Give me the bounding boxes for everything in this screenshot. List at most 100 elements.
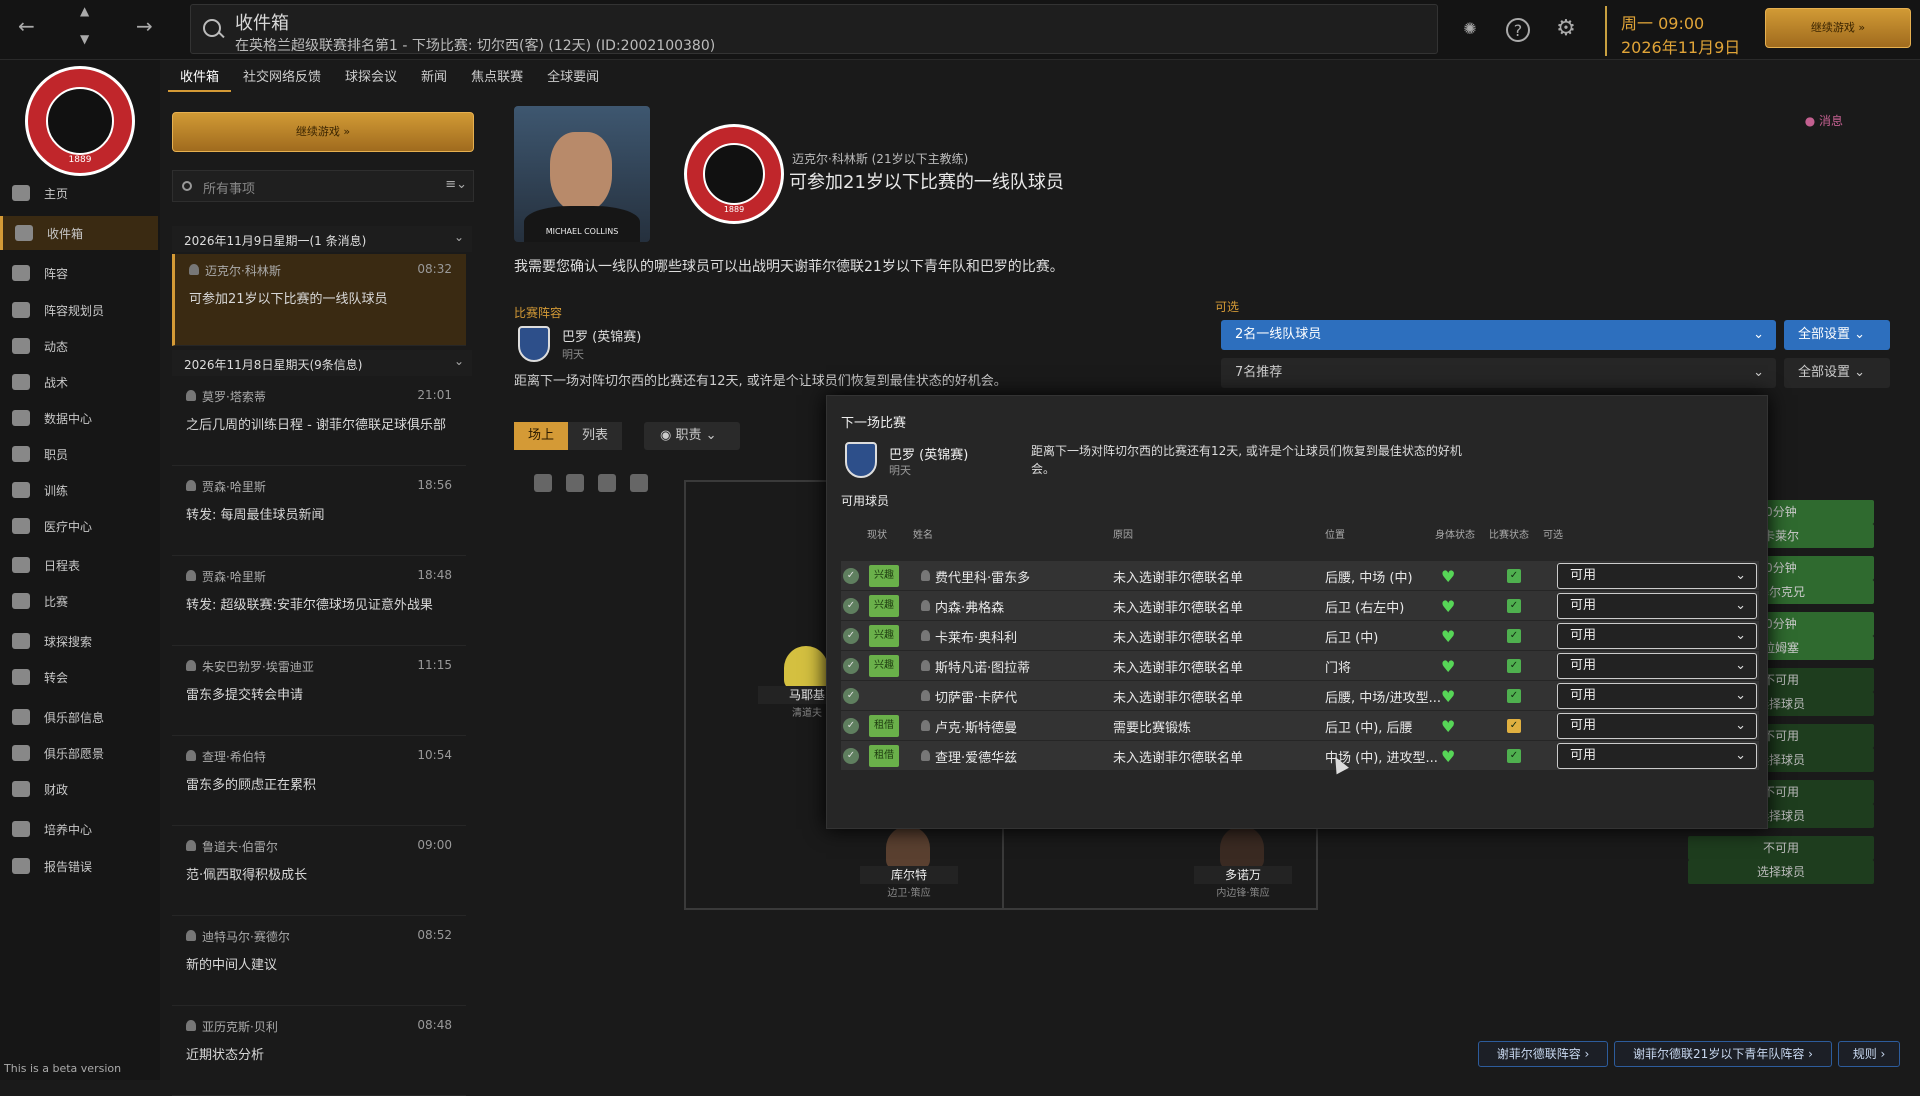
player-name[interactable]: 费代里科·雷东多: [935, 567, 1030, 586]
availability-select[interactable]: 可用 ⌄: [1557, 713, 1757, 739]
availability-select[interactable]: 可用 ⌄: [1557, 683, 1757, 709]
sidebar-item-1[interactable]: 收件箱: [0, 216, 158, 250]
person-icon[interactable]: [534, 474, 552, 492]
side-option[interactable]: 不可用: [1688, 836, 1874, 860]
sidebar-item-2[interactable]: 阵容: [0, 256, 158, 290]
player-name[interactable]: 卢克·斯特德曼: [935, 717, 1017, 736]
availability-select[interactable]: 可用 ⌄: [1557, 593, 1757, 619]
availability-select[interactable]: 可用 ⌄: [1557, 563, 1757, 589]
set-all-button-2[interactable]: 全部设置 ⌄: [1784, 358, 1890, 388]
squad-link-button[interactable]: 谢菲尔德联阵容 ›: [1478, 1041, 1608, 1067]
exclamation-icon[interactable]: [598, 474, 616, 492]
settings-icon[interactable]: ⚙: [1554, 18, 1578, 42]
check-icon[interactable]: ✓: [843, 688, 859, 704]
list-item[interactable]: 莫罗·塔索蒂 21:01 之后几周的训练日程 - 谢菲尔德联足球俱乐部: [172, 380, 466, 466]
sidebar-item-16[interactable]: 财政: [0, 772, 158, 806]
player-name[interactable]: 卡莱布·奥科利: [935, 627, 1017, 646]
tab-1[interactable]: 社交网络反馈: [231, 64, 333, 92]
back-icon[interactable]: ←: [18, 14, 35, 38]
header-reason[interactable]: 原因: [1113, 526, 1133, 541]
list-item[interactable]: 亚历克斯·贝利 08:48 近期状态分析: [172, 1010, 466, 1096]
sidebar-item-14[interactable]: 俱乐部信息: [0, 700, 158, 734]
continue-button[interactable]: 继续游戏 »: [1765, 8, 1911, 48]
down-icon[interactable]: ▼: [80, 32, 89, 46]
up-icon[interactable]: ▲: [80, 4, 89, 18]
rules-button[interactable]: 规则 ›: [1838, 1041, 1900, 1067]
sidebar-item-4[interactable]: 动态: [0, 329, 158, 363]
check-icon[interactable]: ✓: [843, 658, 859, 674]
table-row[interactable]: ✓ 兴趣 卡莱布·奥科利 未入选谢菲尔德联名单 后卫 (中) ♥ ✓ 可用 ⌄: [841, 621, 1759, 651]
check-icon[interactable]: ✓: [843, 718, 859, 734]
date-group-header[interactable]: 2026年11月8日星期天(9条信息) ⌄: [172, 350, 472, 376]
player-name[interactable]: 斯特凡诺·图拉蒂: [935, 657, 1030, 676]
sidebar-item-8[interactable]: 训练: [0, 473, 158, 507]
tab-2[interactable]: 球探会议: [333, 64, 409, 92]
message-sender[interactable]: 迈克尔·科林斯 (21岁以下主教练): [792, 150, 968, 167]
list-item[interactable]: 迪特马尔·赛德尔 08:52 新的中间人建议: [172, 920, 466, 1006]
availability-select[interactable]: 可用 ⌄: [1557, 743, 1757, 769]
sidebar-item-17[interactable]: 培养中心: [0, 812, 158, 846]
opponent-name[interactable]: 巴罗 (英锦赛): [562, 326, 641, 345]
side-option[interactable]: 选择球员: [1688, 860, 1874, 884]
check-icon[interactable]: ✓: [843, 598, 859, 614]
sidebar-item-18[interactable]: 报告错误: [0, 849, 158, 883]
forward-icon[interactable]: →: [136, 14, 153, 38]
tab-5[interactable]: 全球要闻: [535, 64, 611, 92]
table-row[interactable]: ✓ 兴趣 费代里科·雷东多 未入选谢菲尔德联名单 后腰, 中场 (中) ♥ ✓ 可用 ⌄: [841, 561, 1759, 591]
bar-chart-icon[interactable]: [566, 474, 584, 492]
title-search-box[interactable]: 收件箱 在英格兰超级联赛排名第1 - 下场比赛: 切尔西(客) (12天) (I…: [190, 4, 1438, 54]
list-item[interactable]: 贾森·哈里斯 18:56 转发: 每周最佳球员新闻: [172, 470, 466, 556]
sidebar-item-3[interactable]: 阵容规划员: [0, 293, 158, 327]
message-tag[interactable]: ● 消息: [1805, 112, 1843, 129]
check-icon[interactable]: ✓: [843, 628, 859, 644]
message-filter[interactable]: 所有事项 ≡⌄: [172, 170, 474, 202]
sidebar-item-6[interactable]: 数据中心: [0, 401, 158, 435]
header-position[interactable]: 位置: [1325, 526, 1345, 541]
lightbulb-icon[interactable]: ✺: [1458, 18, 1482, 42]
u21-squad-link-button[interactable]: 谢菲尔德联21岁以下青年队阵容 ›: [1614, 1041, 1832, 1067]
table-row[interactable]: ✓ 租借 查理·爱德华兹 未入选谢菲尔德联名单 中场 (中), 进攻型... ♥ ✓ 可用 ⌄: [841, 741, 1759, 771]
list-item[interactable]: 贾森·哈里斯 18:48 转发: 超级联赛:安菲尔德球场见证意外战果: [172, 560, 466, 646]
opponent-name[interactable]: 巴罗 (英锦赛): [889, 444, 968, 463]
sidebar-item-5[interactable]: 战术: [0, 365, 158, 399]
tab-0[interactable]: 收件箱: [168, 64, 232, 92]
player-name[interactable]: 内森·弗格森: [935, 597, 1004, 616]
set-all-button[interactable]: 全部设置 ⌄: [1784, 320, 1890, 350]
sidebar-item-15[interactable]: 俱乐部愿景: [0, 736, 158, 770]
role-dropdown[interactable]: ◉ 职责 ⌄: [644, 422, 740, 450]
list-menu-icon[interactable]: ≡⌄: [445, 177, 467, 192]
player-card[interactable]: 多诺万 内边锋·策应: [1194, 826, 1292, 899]
check-icon[interactable]: ✓: [843, 568, 859, 584]
clock-icon[interactable]: [630, 474, 648, 492]
sidebar-item-12[interactable]: 球探搜索: [0, 624, 158, 658]
table-row[interactable]: ✓ 切萨雷·卡萨代 未入选谢菲尔德联名单 后腰, 中场/进攻型... ♥ ✓ 可用 ⌄: [841, 681, 1759, 711]
first-team-dropdown[interactable]: 2名一线队球员 ⌄: [1221, 320, 1776, 350]
tab-3[interactable]: 新闻: [409, 64, 459, 92]
player-name[interactable]: 查理·爱德华兹: [935, 747, 1017, 766]
list-item[interactable]: 迈克尔·科林斯 08:32 可参加21岁以下比赛的一线队球员: [172, 254, 466, 346]
check-icon[interactable]: ✓: [843, 748, 859, 764]
table-row[interactable]: ✓ 租借 卢克·斯特德曼 需要比赛锻炼 后卫 (中), 后腰 ♥ ✓ 可用 ⌄: [841, 711, 1759, 741]
sidebar-item-0[interactable]: 主页: [0, 176, 158, 210]
list-item[interactable]: 鲁道夫·伯雷尔 09:00 范·佩西取得积极成长: [172, 830, 466, 916]
sidebar-item-9[interactable]: 医疗中心: [0, 509, 158, 543]
help-icon[interactable]: ?: [1506, 18, 1530, 42]
tab-4[interactable]: 焦点联赛: [459, 64, 535, 92]
availability-select[interactable]: 可用 ⌄: [1557, 653, 1757, 679]
toggle-pitch[interactable]: 场上: [514, 422, 568, 450]
sidebar-item-10[interactable]: 日程表: [0, 548, 158, 582]
sidebar-item-13[interactable]: 转会: [0, 660, 158, 694]
club-crest[interactable]: 1889: [25, 66, 135, 176]
list-item[interactable]: 朱安巴勃罗·埃雷迪亚 11:15 雷东多提交转会申请: [172, 650, 466, 736]
list-item[interactable]: 查理·希伯特 10:54 雷东多的顾虑正在累积: [172, 740, 466, 826]
header-name[interactable]: 姓名: [913, 526, 933, 541]
player-name[interactable]: 切萨雷·卡萨代: [935, 687, 1017, 706]
continue-button-secondary[interactable]: 继续游戏 »: [172, 112, 474, 152]
sidebar-item-7[interactable]: 职员: [0, 437, 158, 471]
date-group-header[interactable]: 2026年11月9日星期一(1 条消息) ⌄: [172, 226, 472, 252]
table-row[interactable]: ✓ 兴趣 斯特凡诺·图拉蒂 未入选谢菲尔德联名单 门将 ♥ ✓ 可用 ⌄: [841, 651, 1759, 681]
sidebar-item-11[interactable]: 比赛: [0, 584, 158, 618]
availability-select[interactable]: 可用 ⌄: [1557, 623, 1757, 649]
table-row[interactable]: ✓ 兴趣 内森·弗格森 未入选谢菲尔德联名单 后卫 (右左中) ♥ ✓ 可用 ⌄: [841, 591, 1759, 621]
player-card[interactable]: 库尔特 边卫·策应: [860, 826, 958, 899]
